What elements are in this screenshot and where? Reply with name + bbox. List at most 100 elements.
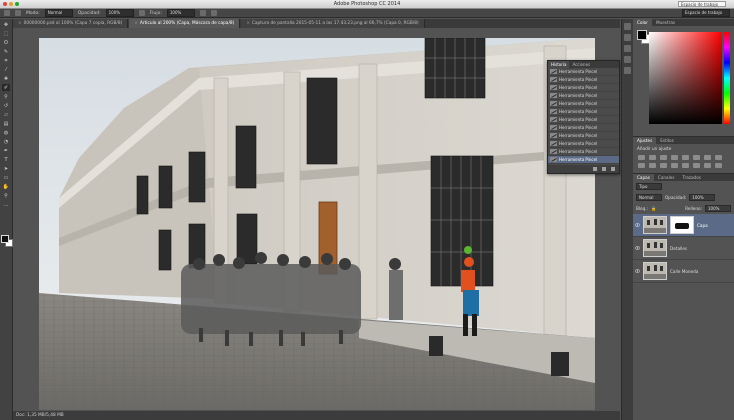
hue-slider[interactable]	[724, 32, 730, 124]
history-state[interactable]: Herramienta Pincel	[548, 92, 619, 100]
brush-panel-icon[interactable]	[624, 67, 631, 74]
quick-select-tool-icon[interactable]: ✎	[2, 48, 10, 55]
tab-channels[interactable]: Canales	[654, 174, 679, 181]
layer-thumbnail[interactable]	[643, 239, 667, 257]
brush-preset-icon[interactable]	[4, 10, 10, 16]
opacity-field[interactable]: 100%	[105, 9, 134, 17]
path-select-tool-icon[interactable]: ➤	[2, 165, 10, 172]
minimize-window-button[interactable]	[9, 2, 13, 6]
invert-icon[interactable]	[671, 163, 678, 168]
hue-saturation-icon[interactable]	[693, 155, 700, 160]
character-panel-icon[interactable]	[624, 45, 631, 52]
lock-icon[interactable]: 🔒	[651, 206, 656, 212]
layer-row[interactable]: Detalles	[633, 237, 734, 260]
brush-settings-icon[interactable]	[15, 10, 21, 16]
clone-stamp-tool-icon[interactable]: ⚲	[2, 93, 10, 100]
blend-mode-select[interactable]: Normal	[636, 194, 662, 201]
layer-thumbnail[interactable]	[643, 262, 667, 280]
selective-color-icon[interactable]	[715, 163, 722, 168]
tab-color[interactable]: Color	[633, 19, 652, 26]
history-brush-tool-icon[interactable]: ↺	[2, 102, 10, 109]
shape-tool-icon[interactable]: ▭	[2, 174, 10, 181]
tab-document-1[interactable]: × 00000000.psd al 100% (Capa 7 copia, RGB…	[13, 19, 129, 28]
exposure-icon[interactable]	[671, 155, 678, 160]
mode-select[interactable]: Normal	[44, 9, 73, 17]
move-tool-icon[interactable]: ✥	[2, 21, 10, 28]
curves-icon[interactable]	[660, 155, 667, 160]
layer-mask-thumbnail[interactable]	[670, 216, 694, 234]
tab-adjustments[interactable]: Ajustes	[633, 137, 657, 144]
history-state[interactable]: Herramienta Pincel	[548, 140, 619, 148]
blur-tool-icon[interactable]: ◍	[2, 129, 10, 136]
history-state[interactable]: Herramienta Pincel	[548, 76, 619, 84]
workspace-select[interactable]: Espacio de trabajo	[682, 9, 730, 17]
tab-paths[interactable]: Trazados	[679, 174, 705, 181]
close-window-button[interactable]	[3, 2, 7, 6]
history-state[interactable]: Herramienta Pincel	[548, 108, 619, 116]
eyedropper-tool-icon[interactable]: ⁄	[2, 66, 10, 73]
delete-state-icon[interactable]	[611, 167, 615, 171]
pressure-size-icon[interactable]	[210, 10, 217, 16]
crop-tool-icon[interactable]: ⌗	[2, 57, 10, 64]
color-panel-swatches[interactable]	[637, 30, 651, 44]
fill-field[interactable]: 100%	[705, 205, 731, 212]
marquee-tool-icon[interactable]: ⬚	[2, 30, 10, 37]
layer-kind-filter[interactable]: Tipo	[636, 183, 662, 190]
photo-filter-icon[interactable]	[638, 163, 645, 168]
foreground-color-swatch[interactable]	[1, 235, 9, 243]
gradient-tool-icon[interactable]: ▤	[2, 120, 10, 127]
foreground-color-swatch[interactable]	[637, 30, 647, 40]
color-balance-icon[interactable]	[704, 155, 711, 160]
tab-history[interactable]: Historia	[548, 61, 570, 68]
history-state[interactable]: Herramienta Pincel	[548, 116, 619, 124]
workspace-switcher[interactable]: Espacio de trabajo	[678, 1, 726, 7]
tab-layers[interactable]: Capas	[633, 174, 654, 181]
layer-opacity-field[interactable]: 100%	[689, 194, 716, 201]
tab-actions[interactable]: Acciones	[569, 61, 593, 68]
dodge-tool-icon[interactable]: ◔	[2, 138, 10, 145]
tab-document-2[interactable]: × Articulo al 200% (Capa, Máscara de capa…	[129, 19, 241, 28]
pen-tool-icon[interactable]: ✒	[2, 147, 10, 154]
document-size-status[interactable]: Doc: 1,35 MB/5,48 MB	[16, 413, 64, 418]
healing-brush-tool-icon[interactable]: ✚	[2, 75, 10, 82]
color-picker-field[interactable]	[649, 32, 722, 124]
layer-row[interactable]: Calle Moneda	[633, 260, 734, 283]
paragraph-panel-icon[interactable]	[624, 56, 631, 63]
history-panel-icon[interactable]	[624, 23, 631, 30]
pressure-opacity-icon[interactable]	[138, 10, 145, 16]
zoom-tool-icon[interactable]: ⚲	[2, 192, 10, 199]
tab-document-3[interactable]: × Captura de pantalla 2015-05-11 a las 17…	[241, 19, 425, 28]
color-lookup-icon[interactable]	[660, 163, 667, 168]
history-state[interactable]: Herramienta Pincel	[548, 68, 619, 76]
channel-mixer-icon[interactable]	[649, 163, 656, 168]
history-state[interactable]: Herramienta Pincel	[548, 124, 619, 132]
black-white-icon[interactable]	[715, 155, 722, 160]
history-state[interactable]: Herramienta Pincel	[548, 84, 619, 92]
airbrush-icon[interactable]	[199, 10, 206, 16]
eye-icon[interactable]	[635, 246, 640, 251]
hand-tool-icon[interactable]: ✋	[2, 183, 10, 190]
eraser-tool-icon[interactable]: ▱	[2, 111, 10, 118]
eye-icon[interactable]	[635, 223, 640, 228]
properties-panel-icon[interactable]	[624, 34, 631, 41]
brightness-contrast-icon[interactable]	[638, 155, 645, 160]
history-state[interactable]: Herramienta Pincel	[548, 132, 619, 140]
lasso-tool-icon[interactable]: ʘ	[2, 39, 10, 46]
brush-tool-icon[interactable]: ✐	[2, 84, 10, 91]
layer-thumbnail[interactable]	[643, 216, 667, 234]
new-snapshot-icon[interactable]	[602, 167, 606, 171]
canvas-area[interactable]	[13, 29, 620, 410]
tab-styles[interactable]: Estilos	[656, 137, 678, 144]
close-tab-icon[interactable]: ×	[134, 21, 138, 26]
layer-row[interactable]: Capa	[633, 214, 734, 237]
more-tools-icon[interactable]: …	[2, 201, 10, 208]
flow-field[interactable]: 100%	[166, 9, 195, 17]
color-swatches[interactable]	[1, 235, 13, 247]
gradient-map-icon[interactable]	[704, 163, 711, 168]
posterize-icon[interactable]	[682, 163, 689, 168]
new-document-from-state-icon[interactable]	[593, 167, 597, 171]
levels-icon[interactable]	[649, 155, 656, 160]
threshold-icon[interactable]	[693, 163, 700, 168]
history-state[interactable]: Herramienta Pincel	[548, 156, 619, 164]
document-canvas[interactable]	[39, 38, 595, 410]
